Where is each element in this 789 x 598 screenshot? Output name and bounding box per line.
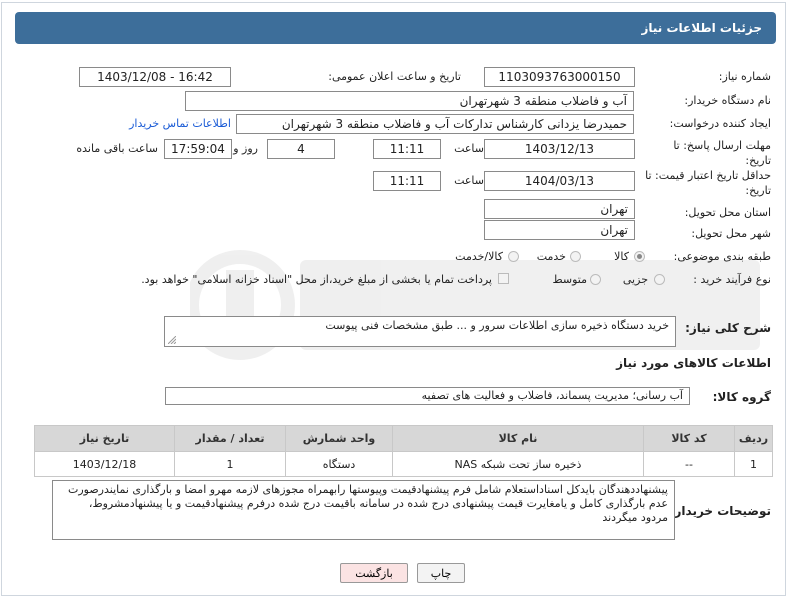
goods-table: ردیف کد کالا نام کالا واحد شمارش تعداد /… [34,425,773,477]
validity-label: حداقل تاریخ اعتبار قیمت: تا تاریخ: [645,169,771,197]
resize-grip-icon[interactable] [168,336,176,344]
deadline-time-field[interactable]: 11:11 [373,139,441,159]
category-radio-service[interactable] [570,251,581,262]
need-number-label: شماره نیاز: [718,70,771,83]
goods-group-label: گروه کالا: [712,390,771,404]
remaining-time-field[interactable]: 17:59:04 [164,139,232,159]
back-button[interactable]: بازگشت [340,563,408,583]
col-date: تاریخ نیاز [34,425,175,452]
buyer-org-field[interactable]: آب و فاضلاب منطقه 3 شهرتهران [185,91,634,111]
table-row[interactable]: 1 -- ذخیره ساز تحت شبکه NAS دستگاه 1 140… [34,451,773,477]
table-header-row: ردیف کد کالا نام کالا واحد شمارش تعداد /… [34,425,773,452]
days-remaining-field[interactable]: 4 [267,139,335,159]
cell-qty: 1 [174,451,286,477]
process-label: نوع فرآیند خرید : [693,273,771,286]
print-button[interactable]: چاپ [417,563,465,583]
deadline-time-label: ساعت [454,142,484,155]
creator-field[interactable]: حمیدرضا یزدانی کارشناس تدارکات آب و فاضل… [236,114,634,134]
description-text: خرید دستگاه ذخیره سازی اطلاعات سرور و ..… [325,319,669,332]
cell-date: 1403/12/18 [34,451,175,477]
province-label: استان محل تحویل: [684,206,771,219]
cell-name: ذخیره ساز تحت شبکه NAS [392,451,644,477]
category-option-service: خدمت [536,250,566,263]
category-radio-both[interactable] [508,251,519,262]
category-option-goods: کالا [614,250,629,263]
cell-row: 1 [734,451,773,477]
col-unit: واحد شمارش [285,425,393,452]
col-code: کد کالا [643,425,735,452]
cell-code: -- [643,451,735,477]
buyer-notes-text: پیشنهاددهندگان بایدکل اسناداستعلام شامل … [67,483,668,524]
validity-time-label: ساعت [454,174,484,187]
city-label: شهر محل تحویل: [691,227,771,240]
days-label: روز و [233,142,258,155]
validity-date-field[interactable]: 1404/03/13 [484,171,635,191]
treasury-payment-checkbox[interactable] [498,273,509,284]
treasury-payment-text: پرداخت تمام یا بخشی از مبلغ خرید،از محل … [141,273,492,286]
col-name: نام کالا [392,425,644,452]
cell-unit: دستگاه [285,451,393,477]
buyer-notes-textarea[interactable]: پیشنهاددهندگان بایدکل اسناداستعلام شامل … [52,480,675,540]
process-radio-partial[interactable] [654,274,665,285]
process-option-medium: متوسط [552,273,587,286]
page-header: جزئیات اطلاعات نیاز [15,12,776,44]
category-option-both: کالا/خدمت [455,250,503,263]
need-number-field[interactable]: 1103093763000150 [484,67,635,87]
deadline-label: مهلت ارسال پاسخ: تا تاریخ: [673,139,771,167]
goods-section-title: اطلاعات کالاهای مورد نیاز [616,356,771,370]
description-textarea[interactable]: خرید دستگاه ذخیره سازی اطلاعات سرور و ..… [164,316,676,347]
creator-label: ایجاد کننده درخواست: [669,117,771,130]
col-qty: تعداد / مقدار [174,425,286,452]
remaining-label: ساعت باقی مانده [76,142,158,155]
process-radio-medium[interactable] [590,274,601,285]
col-row: ردیف [734,425,773,452]
province-field[interactable]: تهران [484,199,635,219]
announce-datetime-field[interactable]: 1403/12/08 - 16:42 [79,67,231,87]
goods-group-field[interactable]: آب رسانی؛ مدیریت پسماند، فاضلاب و فعالیت… [165,387,690,405]
buyer-org-label: نام دستگاه خریدار: [684,94,771,107]
announce-label: تاریخ و ساعت اعلان عمومی: [328,70,461,83]
page-title: جزئیات اطلاعات نیاز [641,21,762,35]
validity-time-field[interactable]: 11:11 [373,171,441,191]
buyer-notes-label: توضیحات خریدار: [669,504,771,518]
deadline-date-field[interactable]: 1403/12/13 [484,139,635,159]
description-label: شرح کلی نیاز: [685,321,771,335]
city-field[interactable]: تهران [484,220,635,240]
category-radio-goods[interactable] [634,251,645,262]
contact-buyer-link[interactable]: اطلاعات تماس خریدار [129,117,231,130]
category-label: طبقه بندی موضوعی: [673,250,771,263]
process-option-partial: جزیی [622,273,648,286]
